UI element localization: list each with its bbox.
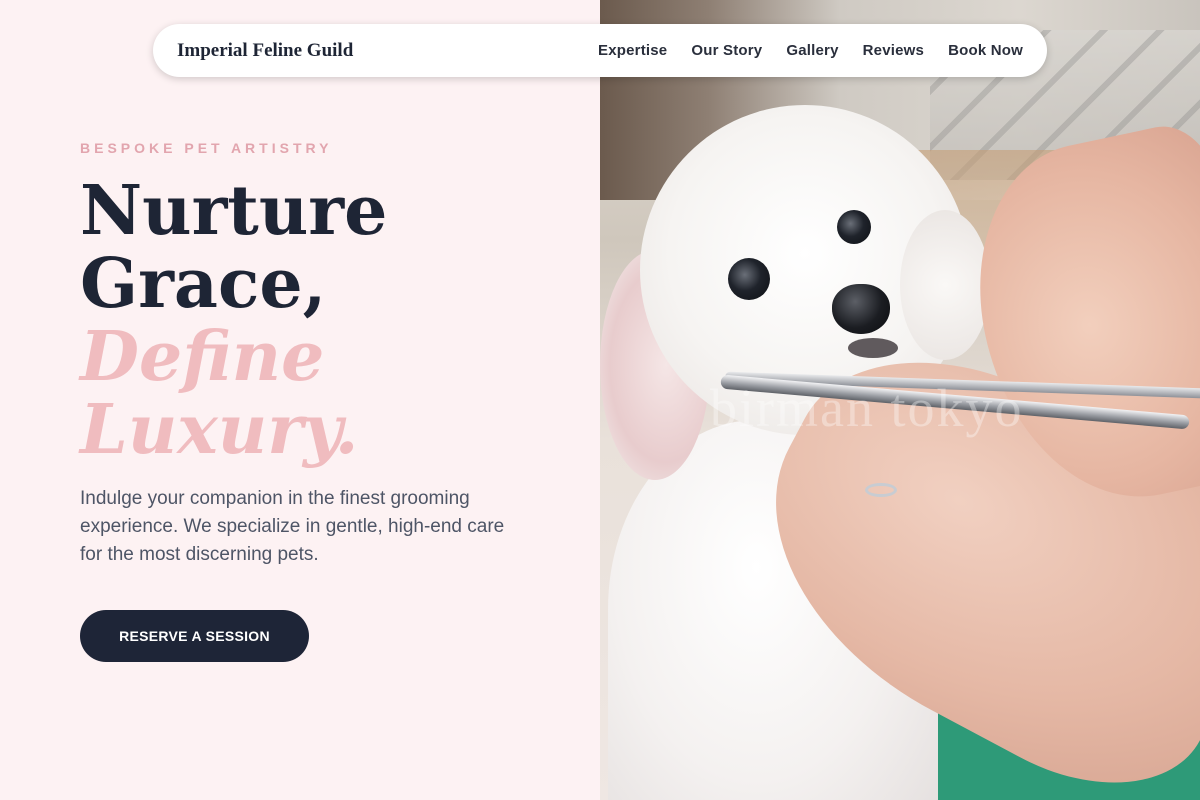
ring-on-finger [865, 483, 897, 497]
dog-left-eye [728, 258, 770, 300]
dog-right-eye [837, 210, 871, 244]
nav-link-reviews[interactable]: Reviews [863, 42, 924, 59]
hero-eyebrow: BESPOKE PET ARTISTRY [80, 140, 333, 156]
nav-link-book-now[interactable]: Book Now [948, 42, 1023, 59]
nav-link-gallery[interactable]: Gallery [786, 42, 838, 59]
nav-links: Expertise Our Story Gallery Reviews Book… [598, 42, 1023, 59]
headline-accent-line-2: Luxury. [80, 390, 359, 470]
reserve-session-button[interactable]: RESERVE A SESSION [80, 610, 309, 662]
nav-link-our-story[interactable]: Our Story [691, 42, 762, 59]
brand-logo[interactable]: Imperial Feline Guild [177, 40, 353, 62]
hero-headline: Nurture Grace, Define Luxury. [80, 175, 387, 467]
dog-right-ear [900, 210, 990, 360]
hero-subtext: Indulge your companion in the finest gro… [80, 488, 505, 565]
photo-watermark: birman tokyo [710, 378, 1024, 438]
headline-line-2: Grace, [80, 244, 327, 324]
headline-line-1: Nurture [80, 171, 388, 251]
dog-nose [832, 284, 890, 334]
top-navbar: Imperial Feline Guild Expertise Our Stor… [153, 24, 1047, 77]
hero-photo-groomer-with-dog: birman tokyo [600, 0, 1200, 800]
headline-accent-line-1: Define [80, 317, 325, 397]
dog-mouth [848, 338, 898, 358]
nav-link-expertise[interactable]: Expertise [598, 42, 667, 59]
